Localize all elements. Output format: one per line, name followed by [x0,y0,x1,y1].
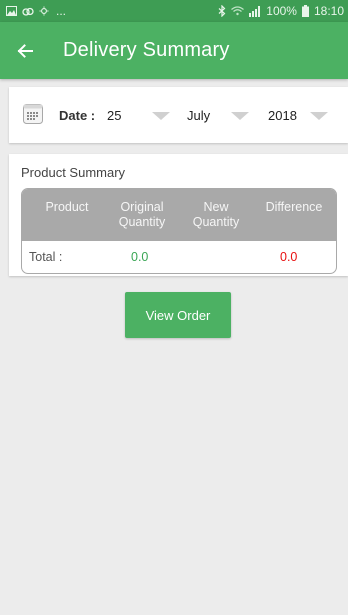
app-bar: Delivery Summary [0,22,348,79]
day-value: 25 [107,108,122,123]
image-icon [6,6,17,16]
status-bar-left: ... [6,4,66,18]
header-original-quantity: Original Quantity [110,200,174,230]
back-button[interactable] [0,22,50,79]
product-summary-title: Product Summary [21,165,126,180]
header-new-quantity: New Quantity [185,200,247,230]
cloud-icon [22,7,34,16]
signal-icon [249,5,261,17]
header-original-line2: Quantity [118,215,166,229]
month-dropdown[interactable]: July [183,101,265,129]
status-time: 18:10 [313,4,344,18]
arrow-left-icon [17,43,33,58]
status-ellipsis: ... [56,4,67,18]
header-new-line2: Quantity [192,215,240,229]
day-dropdown-arrow-icon [152,112,170,120]
status-bar: ... 100% 18:10 [0,0,348,22]
bluetooth-icon [218,5,226,17]
total-label: Total : [29,250,63,264]
wifi-icon [231,6,245,16]
battery-icon [301,5,309,17]
product-summary-table: Product Original Quantity New Quantity D… [21,188,337,274]
table-total-row: Total : 0.0 0.0 [22,241,336,273]
header-difference-text: Difference [265,200,323,214]
date-picker-card: Date : 25 July 2018 [9,87,348,143]
header-product-text: Product [45,200,89,214]
page-title: Delivery Summary [63,39,230,61]
total-difference: 0.0 [280,250,298,264]
day-dropdown[interactable]: 25 [103,101,183,129]
year-dropdown-arrow-icon [310,112,328,120]
header-difference: Difference [256,200,332,215]
header-new-line1: New [203,200,229,214]
month-value: July [187,108,211,123]
status-bar-right: 100% 18:10 [218,4,344,18]
header-product: Product [34,200,100,215]
date-label: Date : [59,108,96,123]
view-order-button[interactable]: View Order [125,292,231,338]
weather-icon [39,6,49,15]
month-dropdown-arrow-icon [231,112,249,120]
product-summary-card: Product Summary Product Original Quantit… [9,154,348,276]
calendar-icon[interactable] [23,104,43,124]
table-header: Product Original Quantity New Quantity D… [22,189,336,241]
total-original-quantity: 0.0 [131,250,149,264]
battery-percent: 100% [266,4,297,18]
year-dropdown[interactable]: 2018 [265,101,343,129]
year-value: 2018 [268,108,297,123]
header-original-line1: Original [120,200,164,214]
